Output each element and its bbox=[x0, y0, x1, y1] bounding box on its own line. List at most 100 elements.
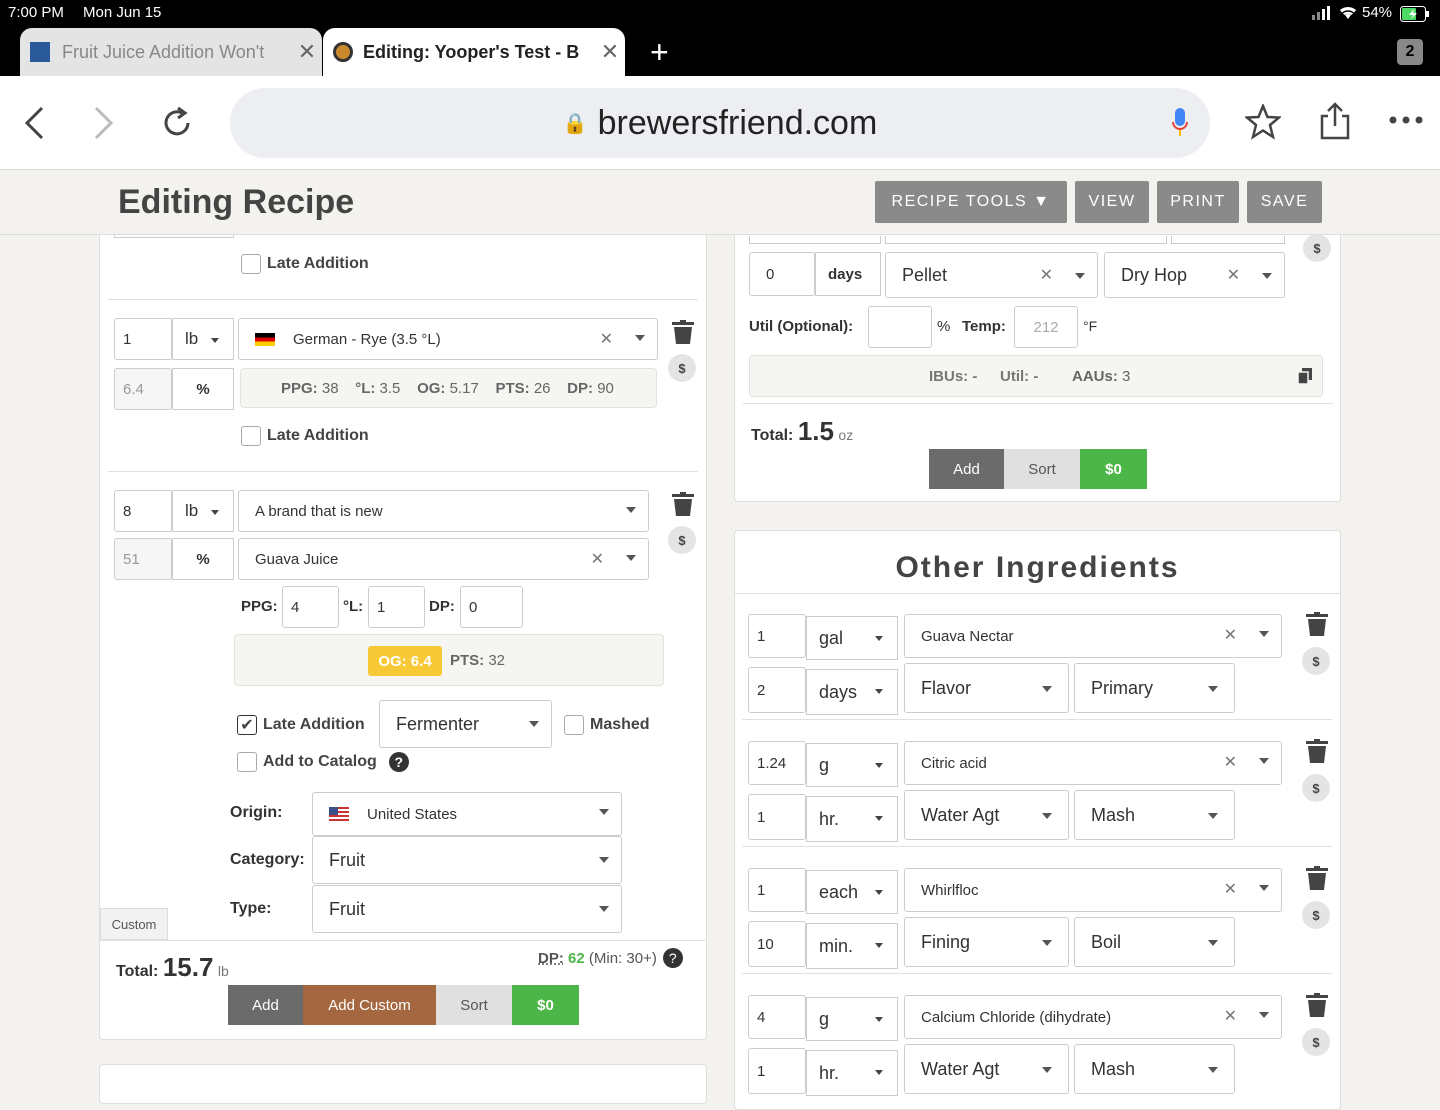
help-icon[interactable]: ? bbox=[388, 752, 409, 772]
clear-icon[interactable]: ✕ bbox=[591, 549, 604, 569]
cost-icon[interactable]: $ bbox=[1302, 901, 1330, 929]
trash-icon[interactable] bbox=[672, 320, 694, 344]
unit-select[interactable]: each bbox=[806, 870, 898, 914]
unit-select[interactable]: gal bbox=[806, 616, 898, 660]
time-input[interactable]: 0 bbox=[749, 252, 815, 296]
clear-icon[interactable]: ✕ bbox=[1224, 1006, 1237, 1026]
clear-icon[interactable]: ✕ bbox=[1227, 265, 1240, 285]
time-unit-select[interactable]: hr. bbox=[806, 796, 898, 842]
ingredient-select[interactable]: Calcium Chloride (dihydrate) ✕ bbox=[904, 995, 1282, 1039]
ingredient-select[interactable]: Guava Nectar ✕ bbox=[904, 614, 1282, 658]
stage-select[interactable]: Boil bbox=[1074, 917, 1235, 967]
cost-icon[interactable]: $ bbox=[1302, 647, 1330, 675]
clear-icon[interactable]: ✕ bbox=[1224, 625, 1237, 645]
fermentable-select[interactable]: German - Rye (3.5 °L) ✕ bbox=[238, 318, 658, 360]
type-select[interactable]: Fruit bbox=[312, 885, 622, 933]
amount-input[interactable]: 1.24 bbox=[748, 741, 806, 785]
time-input[interactable]: 10 bbox=[748, 921, 806, 967]
category-select[interactable]: Fruit bbox=[312, 836, 622, 884]
bookmark-star-icon[interactable] bbox=[1243, 102, 1283, 145]
back-icon[interactable] bbox=[22, 106, 46, 145]
clear-icon[interactable]: ✕ bbox=[1224, 879, 1237, 899]
cost-icon[interactable]: $ bbox=[1303, 234, 1331, 262]
microphone-icon[interactable] bbox=[1172, 108, 1188, 147]
close-tab-icon[interactable]: ✕ bbox=[292, 39, 322, 65]
clear-icon[interactable]: ✕ bbox=[1040, 265, 1053, 285]
share-icon[interactable] bbox=[1318, 102, 1352, 145]
sort-button[interactable]: Sort bbox=[436, 985, 512, 1025]
print-button[interactable]: PRINT bbox=[1157, 181, 1239, 223]
copy-icon[interactable] bbox=[1297, 368, 1312, 388]
trash-icon[interactable] bbox=[672, 492, 694, 516]
lovibond-input[interactable]: 1 bbox=[368, 586, 425, 628]
sort-button[interactable]: Sort bbox=[1004, 449, 1080, 489]
amount-input[interactable]: 4 bbox=[748, 995, 806, 1039]
use-select[interactable]: Water Agt bbox=[904, 790, 1069, 840]
mashed-checkbox[interactable]: Mashed bbox=[564, 715, 650, 735]
clear-icon[interactable]: ✕ bbox=[600, 329, 613, 349]
hop-use-select[interactable]: Dry Hop ✕ bbox=[1104, 252, 1285, 298]
add-custom-button[interactable]: Add Custom bbox=[303, 985, 436, 1025]
add-button[interactable]: Add bbox=[228, 985, 303, 1025]
util-input[interactable] bbox=[868, 306, 932, 348]
stage-select[interactable]: Mash bbox=[1074, 790, 1235, 840]
fermentable-select[interactable]: Guava Juice ✕ bbox=[238, 538, 649, 580]
trash-icon[interactable] bbox=[1306, 612, 1328, 636]
cost-icon[interactable]: $ bbox=[1302, 774, 1330, 802]
time-input[interactable]: 2 bbox=[748, 667, 806, 713]
use-select[interactable]: Fining bbox=[904, 917, 1069, 967]
unit-select[interactable]: g bbox=[806, 997, 898, 1041]
amount-input[interactable]: 1 bbox=[114, 318, 172, 360]
hop-form-select[interactable]: Pellet ✕ bbox=[885, 252, 1098, 298]
brand-select[interactable]: A brand that is new bbox=[238, 490, 649, 532]
amount-input[interactable]: 8 bbox=[114, 490, 172, 532]
new-tab-icon[interactable]: + bbox=[650, 34, 669, 71]
cost-icon[interactable]: $ bbox=[668, 354, 696, 382]
ingredient-select[interactable]: Citric acid ✕ bbox=[904, 741, 1282, 785]
trash-icon[interactable] bbox=[1306, 739, 1328, 763]
help-icon[interactable]: ? bbox=[662, 948, 683, 968]
reload-icon[interactable] bbox=[160, 106, 194, 145]
forward-icon[interactable] bbox=[92, 106, 116, 145]
time-unit-select[interactable]: min. bbox=[806, 923, 898, 969]
use-select[interactable]: Water Agt bbox=[904, 1044, 1069, 1094]
unit-select[interactable]: g bbox=[806, 743, 898, 787]
ingredient-select[interactable]: Whirlfloc ✕ bbox=[904, 868, 1282, 912]
add-to-catalog-checkbox[interactable]: Add to Catalog? bbox=[237, 752, 409, 772]
fermenter-select[interactable]: Fermenter bbox=[379, 700, 552, 748]
ppg-input[interactable]: 4 bbox=[282, 586, 339, 628]
origin-select[interactable]: United States bbox=[312, 792, 622, 836]
unit-select[interactable]: lb bbox=[172, 318, 234, 360]
tab-editing-recipe[interactable]: Editing: Yooper's Test - B ✕ bbox=[323, 28, 625, 76]
stage-select[interactable]: Mash bbox=[1074, 1044, 1235, 1094]
more-options-icon[interactable] bbox=[1388, 112, 1426, 130]
stage-select[interactable]: Primary bbox=[1074, 663, 1235, 713]
cost-button[interactable]: $0 bbox=[512, 985, 579, 1025]
close-tab-icon[interactable]: ✕ bbox=[595, 39, 625, 65]
address-bar[interactable]: 🔒 brewersfriend.com bbox=[230, 88, 1210, 158]
temp-input[interactable]: 212 bbox=[1014, 306, 1078, 348]
amount-input[interactable]: 1 bbox=[748, 868, 806, 912]
late-addition-checkbox[interactable]: Late Addition bbox=[241, 426, 369, 446]
cost-button[interactable]: $0 bbox=[1080, 449, 1147, 489]
cost-icon[interactable]: $ bbox=[668, 526, 696, 554]
time-unit-select[interactable]: days bbox=[806, 669, 898, 715]
time-input[interactable]: 1 bbox=[748, 794, 806, 840]
tab-fruit-juice[interactable]: Fruit Juice Addition Won't ✕ bbox=[20, 28, 322, 76]
late-addition-checkbox-prev[interactable]: Late Addition bbox=[241, 254, 369, 274]
time-unit-select[interactable]: hr. bbox=[806, 1050, 898, 1096]
dp-input[interactable]: 0 bbox=[460, 586, 523, 628]
amount-input[interactable]: 1 bbox=[748, 614, 806, 658]
use-select[interactable]: Flavor bbox=[904, 663, 1069, 713]
save-button[interactable]: SAVE bbox=[1247, 181, 1322, 223]
clear-icon[interactable]: ✕ bbox=[1224, 752, 1237, 772]
unit-select[interactable]: lb bbox=[172, 490, 234, 532]
cost-icon[interactable]: $ bbox=[1302, 1028, 1330, 1056]
recipe-tools-button[interactable]: RECIPE TOOLS ▼ bbox=[875, 181, 1067, 223]
trash-icon[interactable] bbox=[1306, 866, 1328, 890]
trash-icon[interactable] bbox=[1306, 993, 1328, 1017]
late-addition-checkbox[interactable]: ✔ Late Addition bbox=[237, 715, 365, 735]
time-input[interactable]: 1 bbox=[748, 1048, 806, 1094]
view-button[interactable]: VIEW bbox=[1075, 181, 1149, 223]
tab-count-badge[interactable]: 2 bbox=[1397, 39, 1423, 65]
